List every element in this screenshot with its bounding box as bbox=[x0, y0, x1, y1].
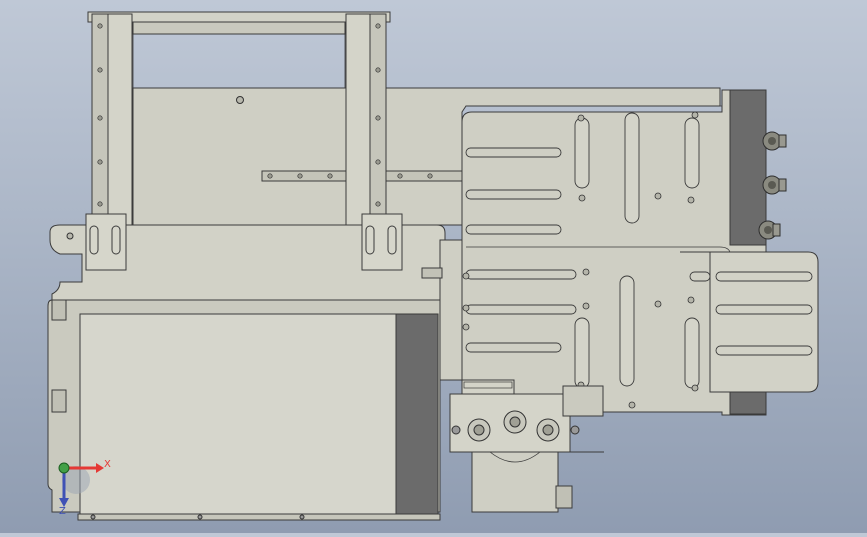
bolt-head-icon bbox=[654, 300, 662, 308]
dark-side-panel bbox=[395, 313, 439, 515]
bolt-head-icon bbox=[578, 194, 586, 202]
axis-z-label: Z bbox=[59, 506, 66, 517]
slot-icon bbox=[624, 112, 640, 224]
bolt-head-icon bbox=[427, 173, 433, 179]
pneumatic-fitting-icon[interactable] bbox=[758, 220, 781, 240]
axis-x-label: X bbox=[104, 459, 111, 470]
bolt-head-icon bbox=[97, 159, 103, 165]
bolt-head-icon bbox=[582, 268, 590, 276]
bolt-head-icon bbox=[375, 115, 381, 121]
bolt-head-icon bbox=[97, 23, 103, 29]
bolt-head-icon bbox=[375, 23, 381, 29]
bolt-head-icon bbox=[375, 159, 381, 165]
lower-end-block bbox=[729, 391, 767, 415]
cad-viewport[interactable]: X Z bbox=[0, 0, 867, 533]
bolt-head-icon bbox=[97, 115, 103, 121]
bolt-head-icon bbox=[462, 304, 470, 312]
bolt-head-icon bbox=[654, 192, 662, 200]
pneumatic-fitting-icon[interactable] bbox=[762, 175, 787, 195]
bolt-head-icon bbox=[467, 418, 491, 442]
bolt-head-icon bbox=[691, 384, 699, 392]
bolt-head-icon bbox=[327, 173, 333, 179]
bolt-head-icon bbox=[267, 173, 273, 179]
main-enclosure bbox=[47, 299, 441, 521]
cad-drawing[interactable]: X Z bbox=[0, 0, 867, 533]
bolt-head-icon bbox=[691, 111, 699, 119]
axis-origin-icon bbox=[58, 462, 70, 474]
mid-mounting-plate bbox=[49, 213, 446, 301]
slot-icon bbox=[684, 117, 700, 189]
bolt-head-icon bbox=[375, 67, 381, 73]
bolt-head-icon bbox=[462, 323, 470, 331]
bolt-head-icon bbox=[97, 201, 103, 207]
bolt-head-icon bbox=[536, 418, 560, 442]
bolt-head-icon bbox=[462, 272, 470, 280]
bolt-head-icon bbox=[236, 96, 244, 104]
bolt-head-icon bbox=[628, 401, 636, 409]
bolt-head-icon bbox=[503, 410, 527, 434]
bolt-head-icon bbox=[375, 201, 381, 207]
right-carrier-plate bbox=[461, 89, 819, 416]
bolt-head-icon bbox=[97, 67, 103, 73]
bolt-head-icon bbox=[687, 296, 695, 304]
bolt-head-icon bbox=[397, 173, 403, 179]
bolt-head-icon bbox=[577, 114, 585, 122]
bolt-head-icon bbox=[687, 196, 695, 204]
pneumatic-fitting-icon[interactable] bbox=[762, 131, 787, 151]
slot-icon bbox=[684, 317, 700, 389]
bolt-head-icon bbox=[582, 302, 590, 310]
slot-icon bbox=[574, 117, 590, 189]
slot-icon bbox=[574, 317, 590, 389]
bolt-head-icon bbox=[297, 173, 303, 179]
slot-icon bbox=[619, 275, 635, 387]
connector-block bbox=[729, 89, 767, 246]
